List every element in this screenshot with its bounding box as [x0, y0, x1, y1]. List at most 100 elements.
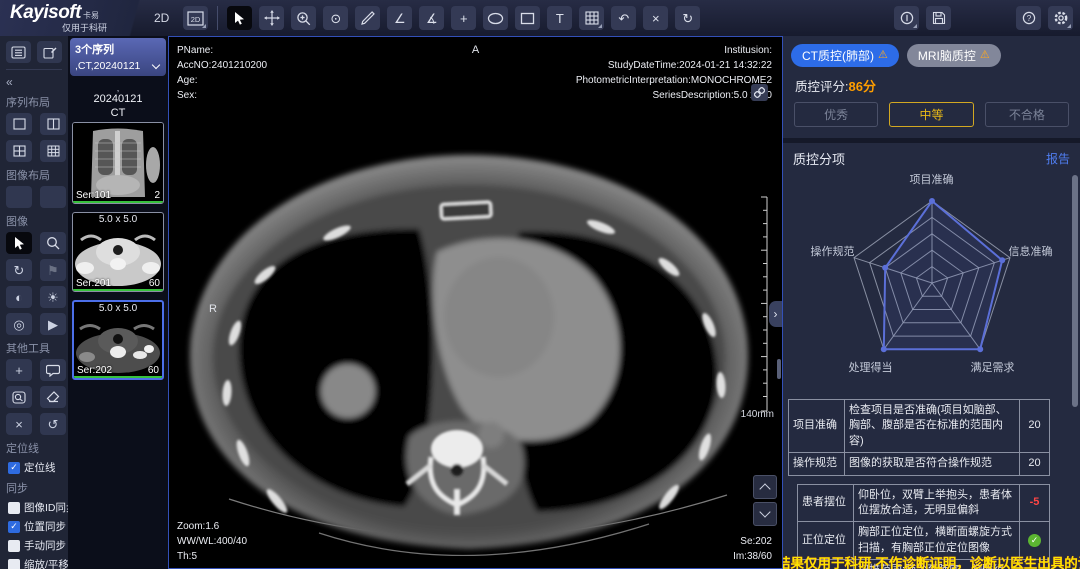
qc-item-score: -5 — [1020, 484, 1050, 522]
series-selector[interactable]: ,CT,20240121 — [75, 60, 161, 72]
text-annotation-button[interactable]: T — [547, 6, 572, 30]
angle-measure-button[interactable]: ∠ — [387, 6, 412, 30]
ct-viewport[interactable]: PName: AccNO:2401210200 Age: Sex: A R In… — [168, 36, 783, 569]
thumb1-series-number: Ser:101 — [76, 190, 111, 201]
qc-panel-scrollbar[interactable] — [1072, 175, 1078, 407]
series-list-button[interactable] — [6, 41, 31, 63]
thumb2-description: 5.0 x 5.0 — [73, 213, 163, 226]
sync-checkbox-row[interactable]: ✓位置同步 — [8, 519, 62, 534]
delete-button[interactable]: × — [643, 6, 668, 30]
toolbar-right: ? — [894, 6, 1080, 30]
patient-name: PName: — [177, 43, 267, 58]
invert-button[interactable]: ◐ — [6, 286, 32, 308]
cursor-button[interactable] — [6, 232, 32, 254]
slice-scroll-buttons — [753, 475, 777, 526]
series-thumbnail-201[interactable]: 5.0 x 5.0 Ser:201 60 — [72, 212, 164, 292]
settings-button[interactable] — [1048, 6, 1073, 30]
report-link[interactable]: 报告 — [1046, 150, 1070, 167]
reset-button[interactable]: ↻ — [675, 6, 700, 30]
zoom-in-button[interactable] — [291, 6, 316, 30]
grade-medium-button[interactable]: 中等 — [889, 102, 973, 127]
rect-roi-button[interactable] — [515, 6, 540, 30]
undo-button[interactable]: ↶ — [611, 6, 636, 30]
cobb-angle-button[interactable]: ∡ — [419, 6, 444, 30]
cursor-icon — [233, 11, 246, 25]
img-layout-2x2-button[interactable] — [6, 186, 32, 208]
sync-checkbox[interactable] — [8, 559, 20, 569]
probe-button[interactable]: ⊙ — [323, 6, 348, 30]
sidebar-group-label: 序列布局 — [6, 94, 62, 110]
layout-2x2-button[interactable] — [6, 140, 32, 162]
image-number: Im:38/60 — [733, 549, 772, 564]
tab-mri-qc[interactable]: MRI脑质控 ⚠ — [907, 44, 1001, 67]
svg-text:2D: 2D — [191, 15, 201, 24]
grade-excellent-button[interactable]: 优秀 — [794, 102, 878, 127]
qc-item-name: 项目准确 — [789, 400, 845, 453]
qc-main-table-row: 项目准确检查项目是否准确(项目如脑部、胸部、腹部是否在标准的范围内容)20 — [789, 400, 1050, 453]
sync-checkbox-row[interactable]: 手动同步 — [8, 538, 62, 553]
ellipse-roi-icon — [487, 12, 504, 25]
series-thumbnail-202[interactable]: 5.0 x 5.0 Ser:202 60 — [72, 300, 164, 380]
link-series-button[interactable] — [751, 84, 768, 101]
series-header: 3个序列 ,CT,20240121 — [70, 38, 166, 76]
zoom-factor: Zoom:1.6 — [177, 519, 247, 534]
eraser-button[interactable] — [40, 386, 66, 408]
add-button[interactable]: + — [6, 359, 32, 381]
window-level: WW/WL:400/40 — [177, 534, 247, 549]
cobb-angle-icon: ∡ — [426, 12, 438, 25]
tab-ct-qc[interactable]: CT质控(肺部) ⚠ — [791, 44, 899, 67]
series-number: Se:202 — [733, 534, 772, 549]
collapse-panel-button[interactable]: « — [6, 75, 62, 89]
report-button[interactable] — [894, 6, 919, 30]
length-measure-button[interactable] — [355, 6, 380, 30]
flip-icon: ⚑ — [47, 264, 59, 277]
pan-button[interactable] — [259, 6, 284, 30]
cursor-button[interactable] — [227, 6, 252, 30]
layout-3x3-button[interactable] — [40, 140, 66, 162]
locator-checkbox[interactable]: ✓ — [8, 462, 20, 474]
help-button[interactable]: ? — [1016, 6, 1041, 30]
reset-ccw-button[interactable]: ↺ — [40, 413, 66, 435]
localizer-button[interactable]: ◎ — [6, 313, 32, 335]
layout-1x1-button[interactable] — [6, 113, 32, 135]
series-selector-value: ,CT,20240121 — [75, 60, 140, 72]
rotate-icon: ↻ — [14, 264, 25, 277]
cine-play-button[interactable]: ▶ — [40, 313, 66, 335]
qc-item-score: 20 — [1020, 453, 1050, 475]
sync-checkbox[interactable] — [8, 540, 20, 552]
image-grid-button[interactable] — [579, 6, 604, 30]
rotate-button[interactable]: ↻ — [6, 259, 32, 281]
magnify-badge-button[interactable] — [6, 386, 32, 408]
ellipse-roi-button[interactable] — [483, 6, 508, 30]
sync-checkbox[interactable] — [8, 502, 20, 514]
sync-checkbox-row[interactable]: 缩放/平移 — [8, 557, 62, 569]
sync-checkbox-row[interactable]: 图像ID同步 — [8, 500, 62, 515]
locator-checkbox-row[interactable]: ✓ 定位线 — [8, 460, 62, 475]
series-panel: 3个序列 ,CT,20240121 , 20240121 CT — [68, 36, 168, 569]
brightness-icon: ☀ — [47, 291, 59, 304]
brightness-button[interactable]: ☀ — [40, 286, 66, 308]
photometric-interpretation: PhotometricInterpretation:MONOCHROME2 — [576, 73, 772, 88]
layout-1x2-button[interactable] — [40, 113, 66, 135]
magnifier-button[interactable] — [40, 232, 66, 254]
panel-expander-button[interactable]: › — [769, 301, 782, 327]
grade-fail-button[interactable]: 不合格 — [985, 102, 1069, 127]
series-thumbnail-101[interactable]: Ser:101 2 — [72, 122, 164, 204]
point-marker-button[interactable]: + — [451, 6, 476, 30]
report-icon — [900, 11, 914, 25]
qc-item-name: 操作规范 — [789, 453, 845, 475]
slice-scrollbar[interactable] — [777, 359, 781, 379]
previous-slice-button[interactable] — [753, 475, 777, 499]
img-layout-3x3-button[interactable] — [40, 186, 66, 208]
delete-button[interactable]: × — [6, 413, 32, 435]
thumb1-image-count: 2 — [154, 190, 160, 201]
tab-ct-qc-label: CT质控(肺部) — [802, 47, 874, 64]
save-button[interactable] — [926, 6, 951, 30]
report-form-button[interactable] — [37, 41, 62, 63]
flip-button[interactable]: ⚑ — [40, 259, 66, 281]
next-slice-button[interactable] — [753, 502, 777, 526]
sync-checkbox[interactable]: ✓ — [8, 521, 20, 533]
comment-button[interactable] — [40, 359, 66, 381]
layout-2d-button[interactable]: 2D — [183, 6, 208, 30]
thumb3-description: 5.0 x 5.0 — [74, 302, 162, 315]
